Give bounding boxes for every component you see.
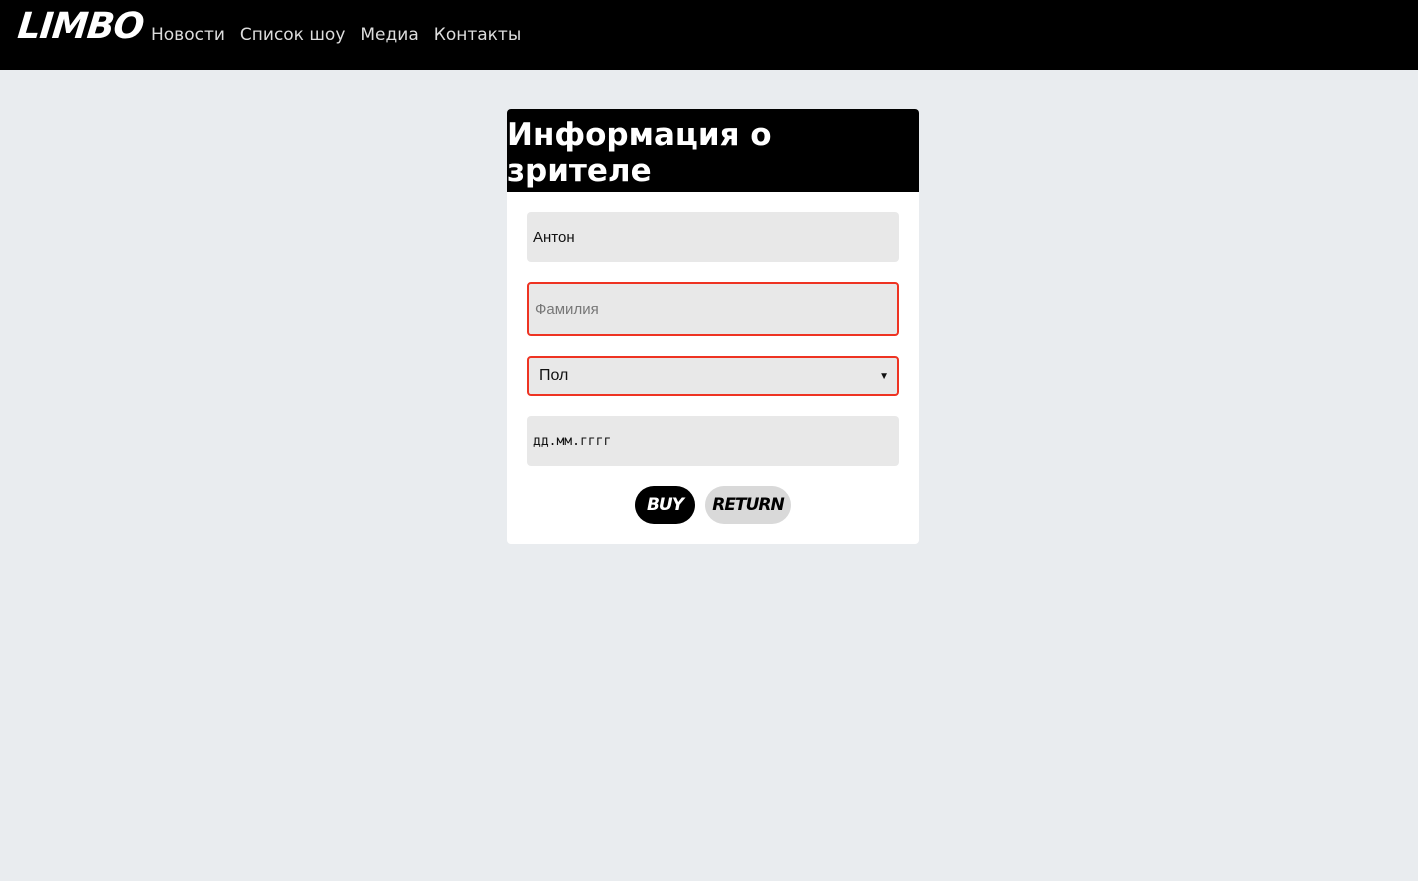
nav-link-shows[interactable]: Список шоу	[240, 25, 345, 45]
return-button[interactable]: RETURN	[705, 486, 791, 524]
navbar: LIMBO Новости Список шоу Медиа Контакты	[0, 0, 1418, 70]
logo[interactable]: LIMBO	[16, 6, 146, 47]
nav-links: Новости Список шоу Медиа Контакты	[151, 25, 521, 45]
card-title: Информация о зрителе	[507, 109, 919, 192]
first-name-input[interactable]: Антон	[527, 212, 899, 262]
buy-button[interactable]: BUY	[635, 486, 695, 524]
nav-link-news[interactable]: Новости	[151, 25, 225, 45]
nav-link-media[interactable]: Медиа	[360, 25, 418, 45]
nav-link-contacts[interactable]: Контакты	[434, 25, 522, 45]
gender-selected-value: Пол	[539, 367, 569, 384]
birthdate-input[interactable]: дд.мм.гггг	[527, 416, 899, 466]
last-name-input[interactable]: Фамилия	[527, 282, 899, 336]
chevron-down-icon: ▼	[879, 370, 889, 382]
viewer-info-card: Информация о зрителе Антон Фамилия Пол ▼…	[507, 109, 919, 544]
gender-select[interactable]: Пол ▼	[527, 356, 899, 396]
